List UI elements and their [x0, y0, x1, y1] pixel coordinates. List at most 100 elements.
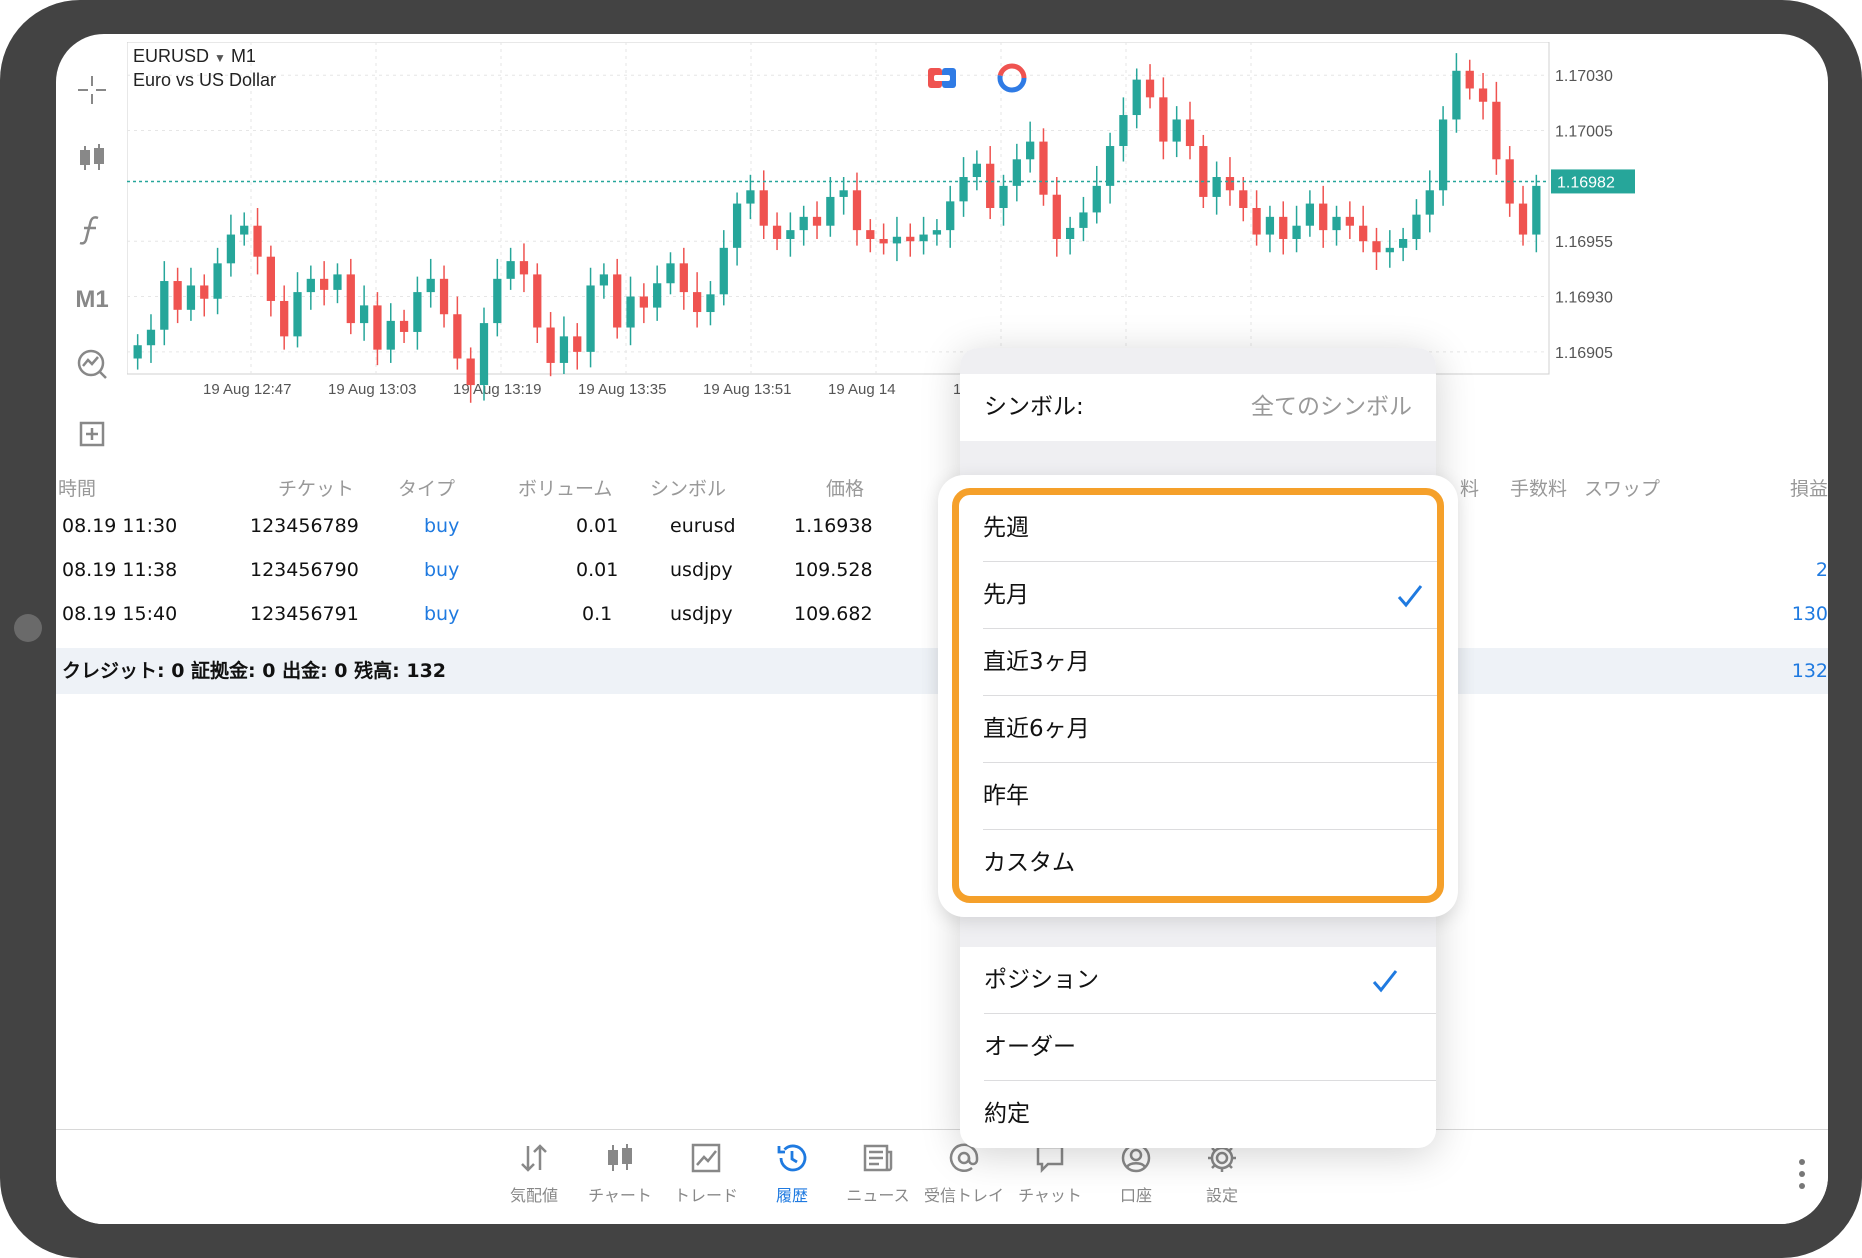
- col-profit[interactable]: 損益: [1790, 474, 1828, 501]
- cell-ticket: 123456791: [250, 603, 359, 625]
- chart-type-tool[interactable]: [66, 132, 118, 184]
- cell-ticket: 123456790: [250, 559, 359, 581]
- cell-type: buy: [424, 559, 460, 581]
- symbol-filter-row[interactable]: シンボル: 全てのシンボル: [984, 374, 1436, 441]
- symbol-filter-value[interactable]: 全てのシンボル: [1251, 374, 1412, 441]
- candle-body: [1239, 190, 1248, 208]
- view-option-positions[interactable]: ポジション: [984, 947, 1436, 1014]
- nav-chart[interactable]: チャート: [570, 1140, 670, 1206]
- period-options-highlight: 先週 先月 直近3ヶ月 直近6ヶ月 昨年 カスタム: [952, 488, 1444, 903]
- trade-chart-icon: [691, 1143, 721, 1173]
- view-option-label: オーダー: [984, 1034, 1076, 1060]
- time-axis-label: 19 Aug 13:19: [453, 381, 541, 398]
- candle-body: [1385, 247, 1394, 253]
- candle-body: [493, 278, 502, 324]
- col-volume[interactable]: ボリューム: [518, 474, 612, 501]
- candle-body: [772, 225, 782, 239]
- period-option-last-week[interactable]: 先週: [983, 495, 1437, 562]
- cell-time: 08.19 11:30: [62, 515, 178, 537]
- nav-quotes[interactable]: 気配値: [484, 1140, 584, 1206]
- candle-body: [413, 292, 422, 332]
- candle-body: [586, 285, 595, 352]
- view-option-orders[interactable]: オーダー: [984, 1014, 1436, 1081]
- bottom-navigation: 気配値 チャート トレード 履歴 ニュース 受信トレイ チャット 口座 設定: [56, 1129, 1828, 1224]
- col-symbol[interactable]: シンボル: [650, 474, 726, 501]
- candle-body: [1185, 119, 1195, 147]
- nav-chat[interactable]: チャット: [1000, 1140, 1100, 1206]
- col-fee[interactable]: 料: [1460, 474, 1479, 501]
- candle-body: [1492, 101, 1501, 160]
- view-option-deals[interactable]: 約定: [984, 1081, 1436, 1148]
- col-ticket[interactable]: チケット: [278, 474, 354, 501]
- candle-body: [639, 296, 648, 308]
- cell-price: 109.682: [794, 603, 873, 625]
- crosshair-icon: [78, 76, 106, 104]
- candle-body: [1279, 216, 1288, 239]
- period-option-6-months[interactable]: 直近6ヶ月: [983, 696, 1437, 763]
- candle-body: [1399, 238, 1408, 248]
- col-commission[interactable]: 手数料: [1510, 474, 1567, 501]
- candle-body: [293, 292, 302, 337]
- more-options-icon[interactable]: [1796, 1154, 1808, 1194]
- checkmark-icon: [1397, 585, 1423, 608]
- nav-history[interactable]: 履歴: [742, 1140, 842, 1206]
- symbol-name: EURUSD: [133, 46, 210, 66]
- candle-body: [146, 329, 156, 346]
- balance-summary: クレジット: 0 証拠金: 0 出金: 0 残高: 132: [62, 660, 447, 682]
- candlestick-icon: [80, 144, 104, 170]
- price-axis-label: 1.17005: [1555, 124, 1613, 141]
- candle-body: [959, 177, 968, 202]
- candle-body: [1305, 203, 1315, 226]
- nav-mailbox[interactable]: 受信トレイ: [914, 1140, 1014, 1206]
- nav-news[interactable]: ニュース: [828, 1140, 928, 1206]
- candle-body: [386, 320, 395, 350]
- time-axis-label: 19 Aug 12:47: [203, 381, 291, 398]
- candle-body: [1092, 185, 1101, 213]
- col-time[interactable]: 時間: [58, 474, 96, 501]
- symbol-description: Euro vs US Dollar: [133, 70, 277, 90]
- candle-body: [506, 261, 515, 279]
- candle-body: [799, 216, 808, 231]
- price-axis-label: 1.17030: [1555, 68, 1613, 85]
- period-option-last-year[interactable]: 昨年: [983, 763, 1437, 830]
- candle-body: [519, 261, 529, 275]
- candle-body: [373, 305, 382, 350]
- cell-time: 08.19 11:38: [62, 559, 178, 581]
- nav-trade[interactable]: トレード: [656, 1140, 756, 1206]
- candle-body: [919, 234, 928, 242]
- period-option-3-months[interactable]: 直近3ヶ月: [983, 629, 1437, 696]
- nav-account[interactable]: 口座: [1086, 1140, 1186, 1206]
- candle-body: [1359, 225, 1368, 242]
- price-axis-label: 1.16905: [1555, 345, 1613, 362]
- candle-body: [599, 274, 609, 286]
- candle-body: [1172, 119, 1181, 142]
- candle-body: [226, 234, 236, 264]
- cell-type: buy: [424, 603, 460, 625]
- signal-gauge-icon[interactable]: [996, 62, 1028, 94]
- candle-body: [1225, 177, 1235, 191]
- candle-body: [1079, 212, 1088, 228]
- one-click-trading-icon[interactable]: [926, 62, 958, 94]
- candle-body: [1332, 216, 1341, 231]
- cell-price: 1.16938: [794, 515, 873, 537]
- candle-body: [1212, 177, 1221, 197]
- indicators-tool[interactable]: [66, 204, 118, 256]
- cell-volume: 0.1: [582, 603, 613, 625]
- chart-symbol[interactable]: EURUSD ▼ M1: [133, 46, 256, 67]
- candle-body: [839, 190, 848, 197]
- candle-body: [266, 256, 275, 301]
- add-object-tool[interactable]: [66, 408, 118, 460]
- period-option-custom[interactable]: カスタム: [983, 830, 1437, 897]
- period-option-last-month[interactable]: 先月: [983, 562, 1437, 629]
- plot-area: [127, 42, 1550, 375]
- candle-body: [826, 196, 835, 226]
- timeframe-tool[interactable]: M1: [66, 274, 118, 326]
- candle-body: [1438, 119, 1448, 191]
- crosshair-tool[interactable]: [66, 64, 118, 116]
- period-option-label: 直近3ヶ月: [983, 649, 1090, 675]
- col-price[interactable]: 価格: [826, 474, 864, 501]
- col-swap[interactable]: スワップ: [1584, 474, 1660, 501]
- nav-settings[interactable]: 設定: [1172, 1140, 1272, 1206]
- analytics-tool[interactable]: [66, 338, 118, 390]
- col-type[interactable]: タイプ: [398, 474, 455, 501]
